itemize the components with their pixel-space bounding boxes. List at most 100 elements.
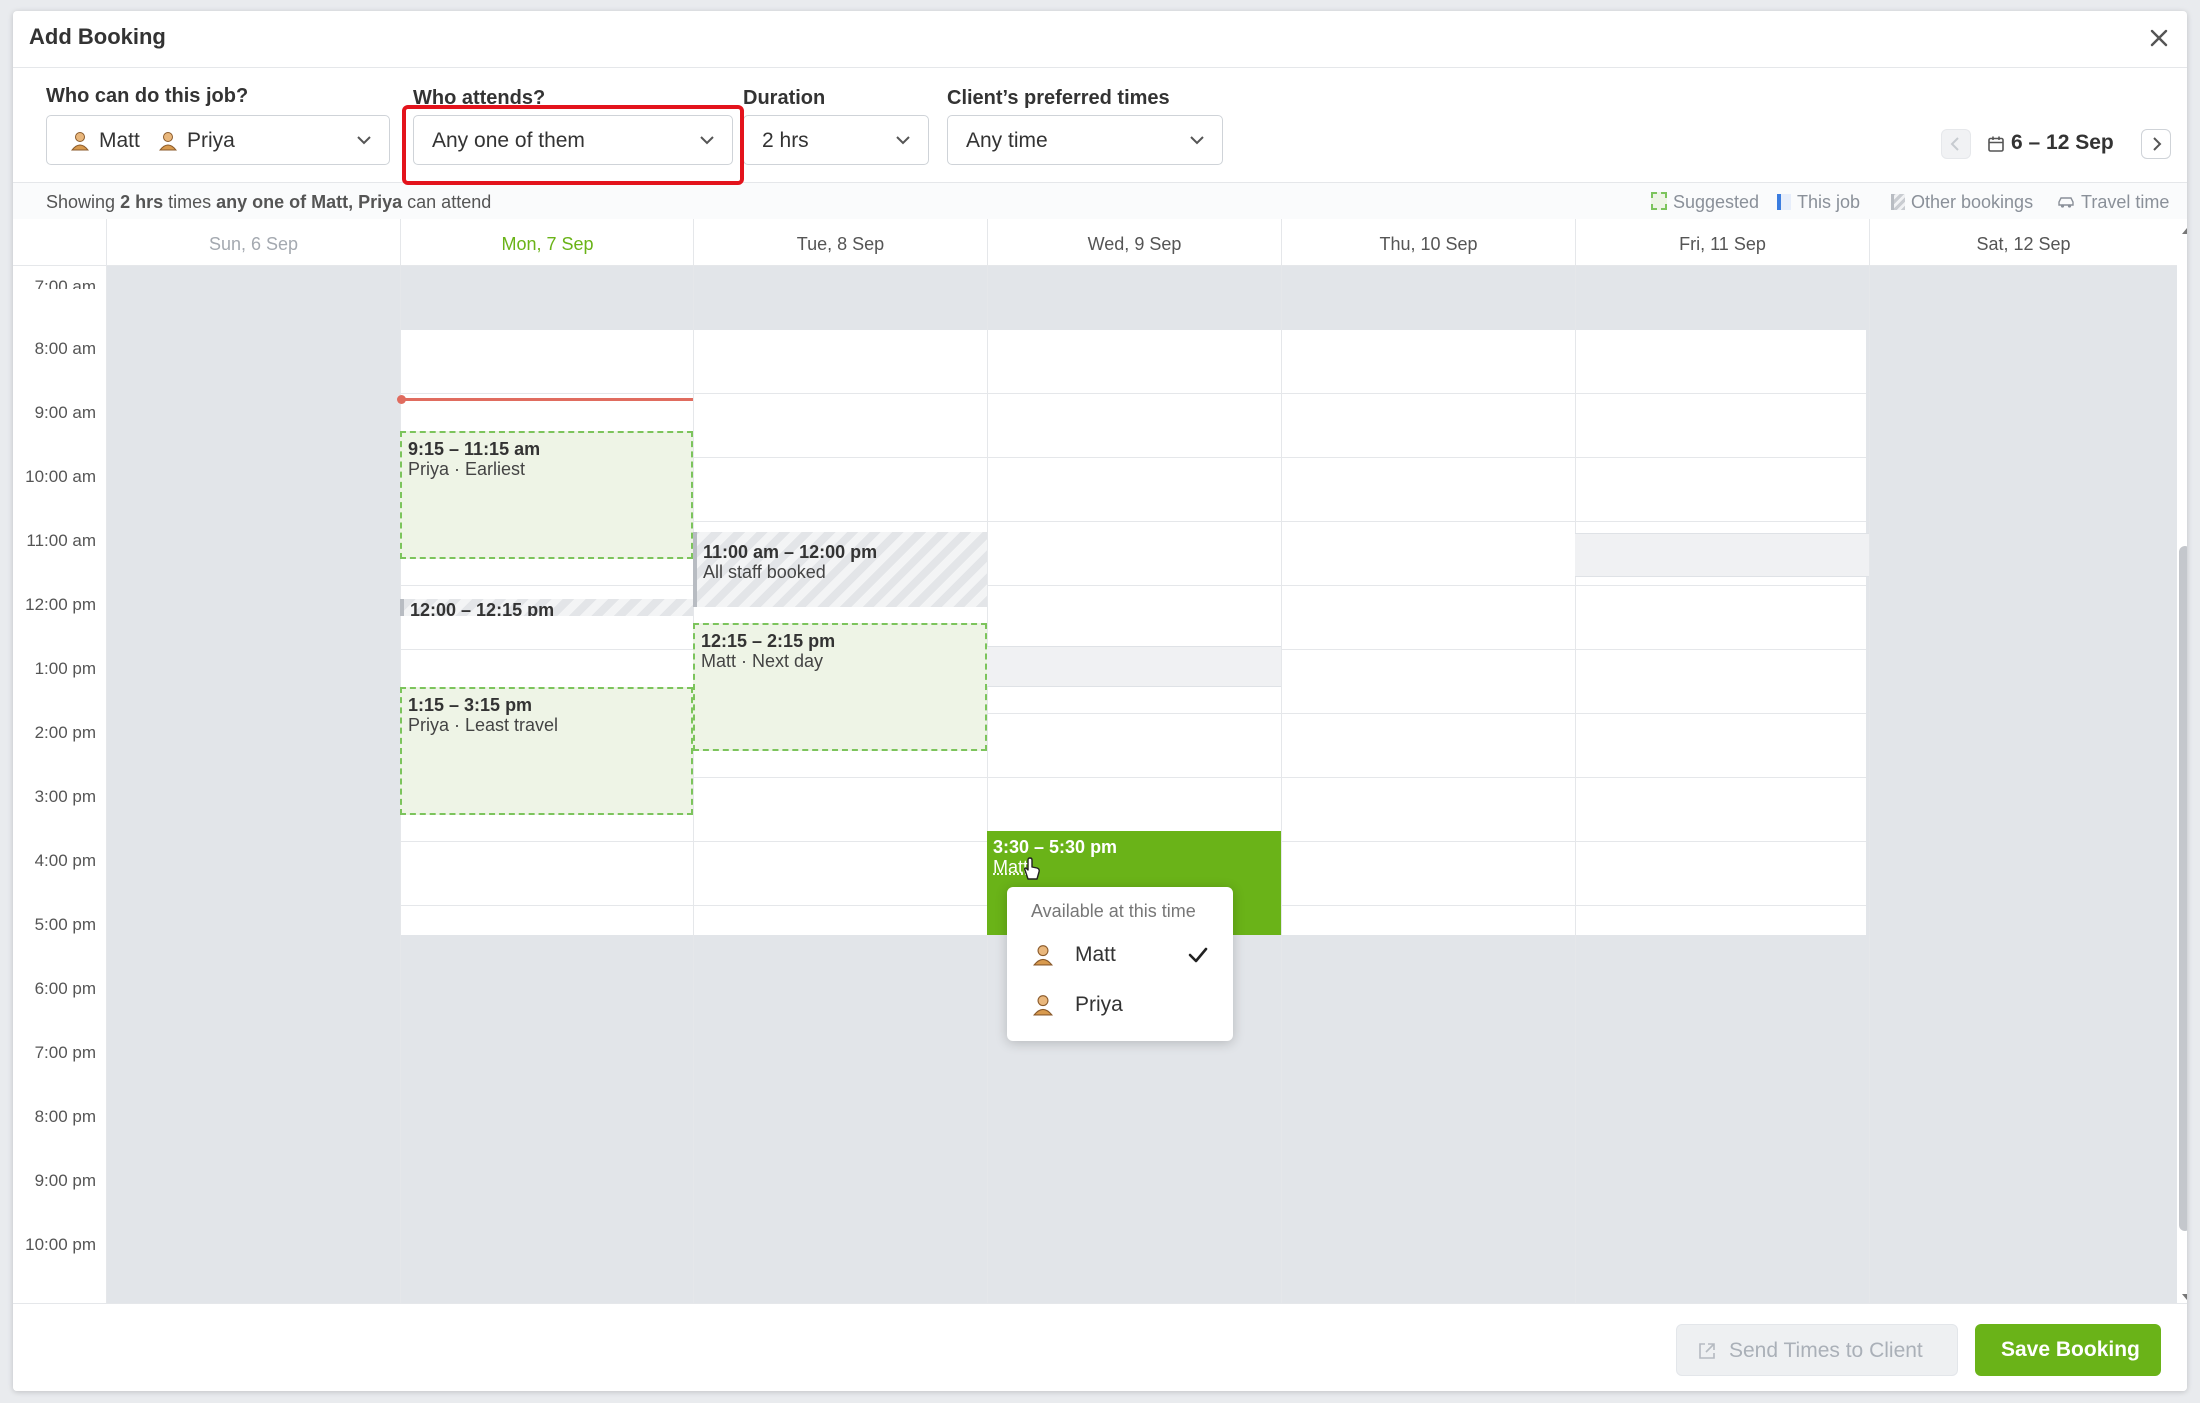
time-column-border [106, 219, 107, 1306]
time-header-line [13, 265, 106, 266]
person-icon [1033, 944, 1053, 972]
time-label: 8:00 pm [34, 1107, 96, 1126]
chevron-down-icon [355, 131, 373, 149]
event-time: 1:15 – 3:15 pm [408, 695, 533, 715]
duration-label: Duration [743, 87, 826, 109]
scrollbar-thumb[interactable] [2179, 546, 2187, 1231]
legend-travel-time: Travel time [2057, 192, 2169, 215]
time-label: 11:00 am [26, 531, 96, 550]
event-time: 12:15 – 2:15 pm [701, 631, 836, 651]
send-times-button[interactable]: Send Times to Client [1676, 1324, 1958, 1376]
scroll-up-icon[interactable] [2181, 223, 2187, 241]
time-label: 6:00 pm [34, 979, 96, 998]
time-label: 7:00 pm [34, 1043, 96, 1062]
travel-time-block [1575, 533, 1869, 577]
current-time-dot [397, 395, 406, 404]
other-booking-mon[interactable]: 12:00 – 12:15 pm [400, 599, 693, 616]
time-label: 3:00 pm [34, 787, 96, 806]
event-time: 9:15 – 11:15 am [408, 439, 541, 459]
time-label: 10:00 am [25, 467, 96, 486]
day-header-fri: Fri, 11 Sep [1575, 219, 1869, 265]
event-time: 12:00 – 12:15 pm [410, 600, 555, 616]
suggested-swatch-icon [1651, 192, 1667, 210]
legend-other-bookings: Other bookings [1891, 192, 2033, 213]
travel-time-block [987, 646, 1281, 687]
close-icon[interactable] [2145, 24, 2173, 52]
staff-option-priya[interactable]: Priya [1007, 985, 1233, 1025]
suggested-slot-next-day[interactable]: 12:15 – 2:15 pm Matt · Next day [693, 623, 987, 751]
save-booking-button[interactable]: Save Booking [1975, 1324, 2161, 1376]
preferred-times-value: Any time [966, 129, 1048, 152]
car-icon [2057, 194, 2075, 215]
person-icon [158, 131, 178, 157]
day-header-tue: Tue, 8 Sep [693, 219, 987, 265]
available-staff-popup: Available at this time Matt Priya [1007, 887, 1233, 1041]
day-header-sun: Sun, 6 Sep [106, 219, 400, 265]
chevron-down-icon [1188, 131, 1206, 149]
day-header-sat: Sat, 12 Sep [1869, 219, 2177, 265]
next-week-button[interactable] [2141, 129, 2171, 159]
day-column-line [987, 265, 988, 1306]
who-can-do-label: Who can do this job? [46, 85, 249, 107]
suggested-slot-earliest[interactable]: 9:15 – 11:15 am Priya · Earliest [400, 431, 693, 559]
day-column-line [1869, 265, 1870, 1306]
highlight-box [402, 105, 744, 185]
legend-suggested: Suggested [1651, 192, 1759, 213]
time-label: 12:00 pm [25, 595, 96, 614]
preferred-times-label: Client’s preferred times [947, 87, 1170, 109]
dialog-title: Add Booking [29, 24, 166, 49]
calendar-grid: 7:00 am 8:00 am 9:00 am 10:00 am 11:00 a… [13, 219, 2177, 1306]
popup-heading: Available at this time [1031, 901, 1196, 921]
add-booking-dialog: Add Booking Who can do this job? Matt Pr… [13, 11, 2187, 1391]
showing-message: Showing 2 hrs times any one of Matt, Pri… [46, 192, 492, 212]
other-booking-tue[interactable]: 11:00 am – 12:00 pm All staff booked [693, 532, 987, 607]
time-label: 8:00 am [34, 339, 96, 358]
checkmark-icon [1187, 945, 1209, 971]
time-column: 7:00 am 8:00 am 9:00 am 10:00 am 11:00 a… [13, 219, 106, 1306]
duration-value: 2 hrs [762, 129, 809, 152]
staff-option-matt[interactable]: Matt [1007, 935, 1233, 975]
staff-name: Priya [1075, 993, 1123, 1016]
time-label: 4:00 pm [34, 851, 96, 870]
send-times-label: Send Times to Client [1729, 1339, 1923, 1362]
this-job-swatch-icon [1777, 194, 1791, 210]
prev-week-button[interactable] [1941, 129, 1971, 159]
hour-line [400, 585, 1866, 586]
day-header-mon: Mon, 7 Sep [400, 219, 694, 265]
duration-select[interactable]: 2 hrs [743, 115, 929, 165]
day-column-line [1575, 265, 1576, 1306]
event-time: 11:00 am – 12:00 pm [703, 542, 878, 562]
suggested-slot-least-travel[interactable]: 1:15 – 3:15 pm Priya · Least travel [400, 687, 693, 815]
day-column-line [693, 265, 694, 1306]
who-value-matt: Matt [99, 129, 140, 152]
time-label: 10:00 pm [25, 1235, 96, 1254]
time-label: 7:00 am [34, 277, 96, 289]
time-label: 9:00 pm [34, 1171, 96, 1190]
who-value-priya: Priya [187, 129, 235, 152]
time-label: 2:00 pm [34, 723, 96, 742]
day-header-thu: Thu, 10 Sep [1281, 219, 1575, 265]
time-label: 1:00 pm [34, 659, 96, 678]
info-bar: Showing 2 hrs times any one of Matt, Pri… [13, 182, 2187, 220]
time-label: 9:00 am [34, 403, 96, 422]
day-column-line [1281, 265, 1282, 1306]
person-icon [70, 131, 90, 157]
time-label: 5:00 pm [34, 915, 96, 934]
save-booking-label: Save Booking [2001, 1338, 2140, 1361]
date-range: 6 – 12 Sep [2011, 131, 2114, 154]
event-description: Priya · Earliest [408, 459, 526, 479]
day-header-wed: Wed, 9 Sep [987, 219, 1281, 265]
current-time-line [400, 398, 693, 401]
chevron-down-icon [894, 131, 912, 149]
event-description: All staff booked [703, 562, 826, 582]
event-time: 3:30 – 5:30 pm [993, 837, 1118, 857]
preferred-times-select[interactable]: Any time [947, 115, 1223, 165]
hand-cursor-icon [1021, 857, 1043, 886]
hour-line [400, 393, 1866, 394]
dialog-footer: Send Times to Client Save Booking [13, 1303, 2187, 1391]
dialog-header: Add Booking [13, 11, 2187, 68]
calendar-icon [1987, 135, 2005, 158]
who-can-do-select[interactable]: Matt Priya [46, 115, 390, 165]
person-icon [1033, 994, 1053, 1022]
external-link-icon [1697, 1341, 1717, 1367]
